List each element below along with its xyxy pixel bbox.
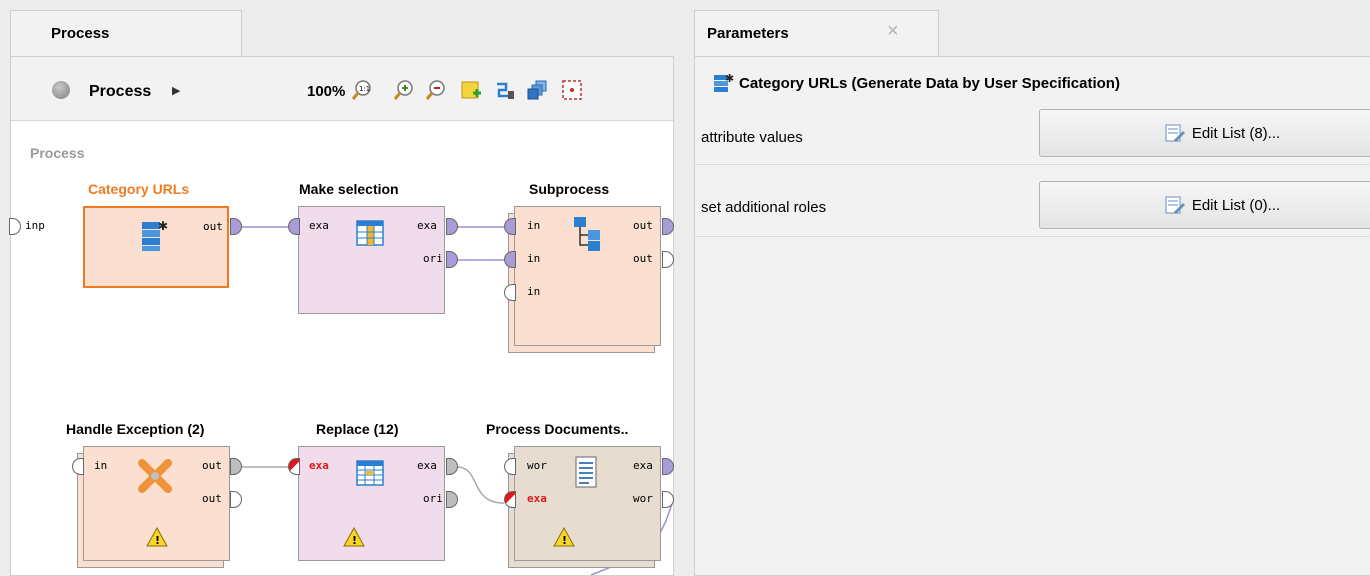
arrange-icon[interactable] <box>527 79 549 101</box>
param-label-attribute-values: attribute values <box>701 129 803 146</box>
port-label-ori: ori <box>423 252 443 265</box>
process-documents-exa-in-port[interactable] <box>504 491 516 508</box>
tab-parameters[interactable]: Parameters <box>694 10 939 56</box>
svg-text:✱: ✱ <box>725 72 734 85</box>
port-label-in: in <box>94 459 108 472</box>
port-label-out-1: out <box>633 219 653 232</box>
auto-wire-icon[interactable] <box>494 79 516 101</box>
edit-list-icon <box>1165 196 1185 214</box>
port-label-exa-in: exa <box>309 219 329 232</box>
param-row-additional-roles: set additional roles Edit List (0)... <box>695 181 1370 237</box>
svg-text:!: ! <box>352 534 357 547</box>
tab-process[interactable]: Process <box>10 10 242 56</box>
handle-exception-operator[interactable]: in out out ! <box>83 446 230 561</box>
fit-to-view-icon[interactable] <box>561 79 583 101</box>
port-label-exa-in: exa <box>527 492 547 505</box>
category-urls-name: Category URLs <box>88 181 190 197</box>
port-label-exa-out: exa <box>417 219 437 232</box>
select-attributes-icon <box>356 220 384 246</box>
inp-label: inp <box>25 219 45 232</box>
process-documents-wor-in-port[interactable] <box>504 458 516 475</box>
make-selection-operator[interactable]: exa exa ori <box>298 206 445 314</box>
process-panel: Process ▶ 100% 1:1 Process inp Category … <box>9 56 674 576</box>
replace-icon <box>356 460 384 486</box>
zoom-level: 100% <box>307 83 346 100</box>
replace-operator[interactable]: exa exa ori ! <box>298 446 445 561</box>
generate-data-icon: ✱ <box>714 72 734 92</box>
selected-operator-title: Category URLs (Generate Data by User Spe… <box>739 75 1120 92</box>
category-urls-operator[interactable]: ✱ out <box>83 206 229 288</box>
tab-process-label: Process <box>51 25 110 42</box>
port-label-exa-out: exa <box>417 459 437 472</box>
edit-list-label: Edit List (8)... <box>1191 124 1281 142</box>
edit-list-additional-roles-button[interactable]: Edit List (0)... <box>1039 181 1370 229</box>
replace-name: Replace (12) <box>316 421 399 437</box>
subprocess-icon <box>574 217 600 251</box>
generate-data-icon: ✱ <box>142 219 168 251</box>
handle-exception-in-port[interactable] <box>72 458 84 475</box>
warning-icon[interactable]: ! <box>146 527 168 547</box>
port-label-out: out <box>203 220 223 233</box>
process-root-icon[interactable] <box>52 81 70 99</box>
port-label-in-3: in <box>527 285 541 298</box>
port-label-exa-in: exa <box>309 459 329 472</box>
edit-list-icon <box>1165 124 1185 142</box>
subprocess-in-port-1[interactable] <box>504 218 516 235</box>
zoom-out-icon[interactable] <box>425 79 447 101</box>
port-label-ori: ori <box>423 492 443 505</box>
edit-list-label: Edit List (0)... <box>1191 196 1281 214</box>
process-documents-operator[interactable]: wor exa exa wor ! <box>514 446 661 561</box>
port-label-out-1: out <box>202 459 222 472</box>
port-label-exa-out: exa <box>633 459 653 472</box>
zoom-reset-icon[interactable]: 1:1 <box>351 79 373 101</box>
param-label-additional-roles: set additional roles <box>701 199 827 216</box>
process-canvas[interactable]: Process inp Category URLs ✱ out Make sel… <box>9 121 674 575</box>
replace-exa-in-port[interactable] <box>288 458 300 475</box>
add-note-icon[interactable] <box>460 79 482 101</box>
subprocess-in-port-3[interactable] <box>504 284 516 301</box>
port-label-wor-in: wor <box>527 459 547 472</box>
port-label-in-2: in <box>527 252 541 265</box>
svg-text:1:1: 1:1 <box>359 85 370 93</box>
svg-text:✱: ✱ <box>158 219 168 233</box>
breadcrumb-process[interactable]: Process <box>89 83 151 101</box>
edit-list-attribute-values-button[interactable]: Edit List (8)... <box>1039 109 1370 157</box>
port-label-out-2: out <box>202 492 222 505</box>
svg-text:!: ! <box>562 534 567 547</box>
subprocess-name: Subprocess <box>529 181 610 197</box>
handle-exception-icon <box>138 459 172 493</box>
close-icon[interactable]: × <box>887 20 899 43</box>
svg-text:!: ! <box>155 534 160 547</box>
warning-icon[interactable]: ! <box>553 527 575 547</box>
port-label-in-1: in <box>527 219 541 232</box>
make-selection-exa-in-port[interactable] <box>288 218 300 235</box>
port-label-out-2: out <box>633 252 653 265</box>
document-icon <box>575 456 597 488</box>
zoom-in-icon[interactable] <box>393 79 415 101</box>
warning-icon[interactable]: ! <box>343 527 365 547</box>
breadcrumb-arrow-icon[interactable]: ▶ <box>172 84 180 97</box>
process-toolbar: Process ▶ 100% 1:1 <box>11 57 673 121</box>
make-selection-name: Make selection <box>299 181 399 197</box>
handle-exception-name: Handle Exception (2) <box>66 421 205 437</box>
port-label-wor-out: wor <box>633 492 653 505</box>
parameters-panel: ✱ Category URLs (Generate Data by User S… <box>694 56 1370 576</box>
process-documents-name: Process Documents.. <box>486 421 629 437</box>
subprocess-in-port-2[interactable] <box>504 251 516 268</box>
subprocess-operator[interactable]: in in in out out <box>514 206 661 346</box>
param-row-attribute-values: attribute values Edit List (8)... <box>695 109 1370 165</box>
tab-parameters-label: Parameters <box>707 25 789 42</box>
